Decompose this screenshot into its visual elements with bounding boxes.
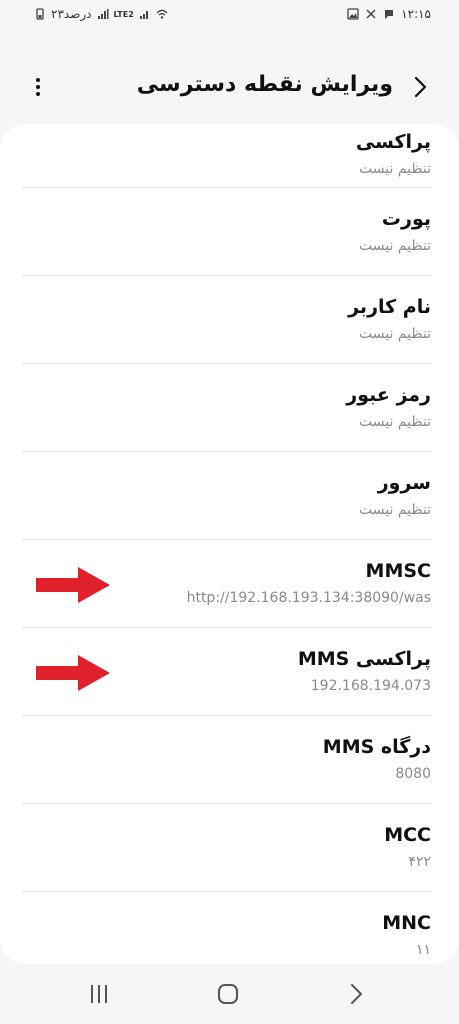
item-value: ۱۱ — [415, 942, 431, 958]
recent-apps-icon[interactable] — [84, 980, 114, 1008]
item-value: تنظیم نیست — [359, 414, 431, 430]
list-item-mcc[interactable]: MCC ۴۲۲ — [22, 803, 431, 891]
apn-settings-list: پراکسی تنظیم نیست پورت تنظیم نیست نام کا… — [0, 124, 459, 964]
system-nav-bar — [0, 964, 459, 1024]
item-value: تنظیم نیست — [359, 326, 431, 342]
status-time: ۱۲:۱۵ — [401, 7, 431, 21]
item-label: نام کاربر — [348, 296, 431, 318]
signal-icon — [97, 9, 109, 19]
item-label: سرور — [377, 472, 431, 494]
gallery-icon — [347, 8, 359, 20]
battery-text: ۲۳درصد — [51, 7, 92, 21]
item-value: تنظیم نیست — [359, 161, 431, 177]
missed-call-icon — [366, 9, 376, 19]
status-right: ۱۲:۱۵ — [347, 7, 431, 21]
item-label: رمز عبور — [346, 384, 431, 406]
item-value: تنظیم نیست — [359, 502, 431, 518]
home-icon[interactable] — [213, 980, 243, 1008]
list-item-port[interactable]: پورت تنظیم نیست — [22, 187, 431, 275]
back-chevron-icon[interactable] — [407, 74, 433, 100]
list-item-password[interactable]: رمز عبور تنظیم نیست — [22, 363, 431, 451]
item-label: پراکسی — [355, 131, 431, 153]
red-arrow-icon — [36, 567, 110, 603]
item-value: تنظیم نیست — [359, 238, 431, 254]
app-header: ویرایش نقطه دسترسی — [0, 62, 459, 112]
wifi-icon — [156, 9, 168, 19]
status-left: ۲۳درصد LTE2 — [34, 7, 168, 21]
item-value: ۴۲۲ — [408, 854, 431, 870]
item-label: پورت — [381, 208, 431, 230]
back-nav-icon[interactable] — [341, 980, 371, 1008]
message-icon — [385, 10, 394, 19]
status-bar: ۲۳درصد LTE2 ۱۲:۱۵ — [0, 0, 459, 34]
item-label: پراکسی MMS — [297, 648, 431, 670]
network-text: LTE2 — [113, 9, 134, 19]
item-label: MMSC — [365, 560, 431, 582]
list-item-server[interactable]: سرور تنظیم نیست — [22, 451, 431, 539]
item-label: MNC — [382, 912, 431, 934]
list-item-mnc[interactable]: MNC ۱۱ — [22, 891, 431, 964]
item-label: MCC — [384, 824, 431, 846]
signal-icon-2 — [139, 11, 148, 19]
item-value: 192.168.194.073 — [310, 678, 431, 694]
item-value: 8080 — [395, 766, 431, 782]
item-value: http://192.168.193.134:38090/was — [186, 590, 431, 606]
list-item-username[interactable]: نام کاربر تنظیم نیست — [22, 275, 431, 363]
battery-icon — [36, 8, 44, 20]
list-item-mms-port[interactable]: درگاه MMS 8080 — [22, 715, 431, 803]
red-arrow-icon — [36, 655, 110, 691]
page-title: ویرایش نقطه دسترسی — [136, 72, 393, 97]
item-label: درگاه MMS — [322, 736, 431, 758]
more-options-icon[interactable] — [28, 74, 48, 100]
